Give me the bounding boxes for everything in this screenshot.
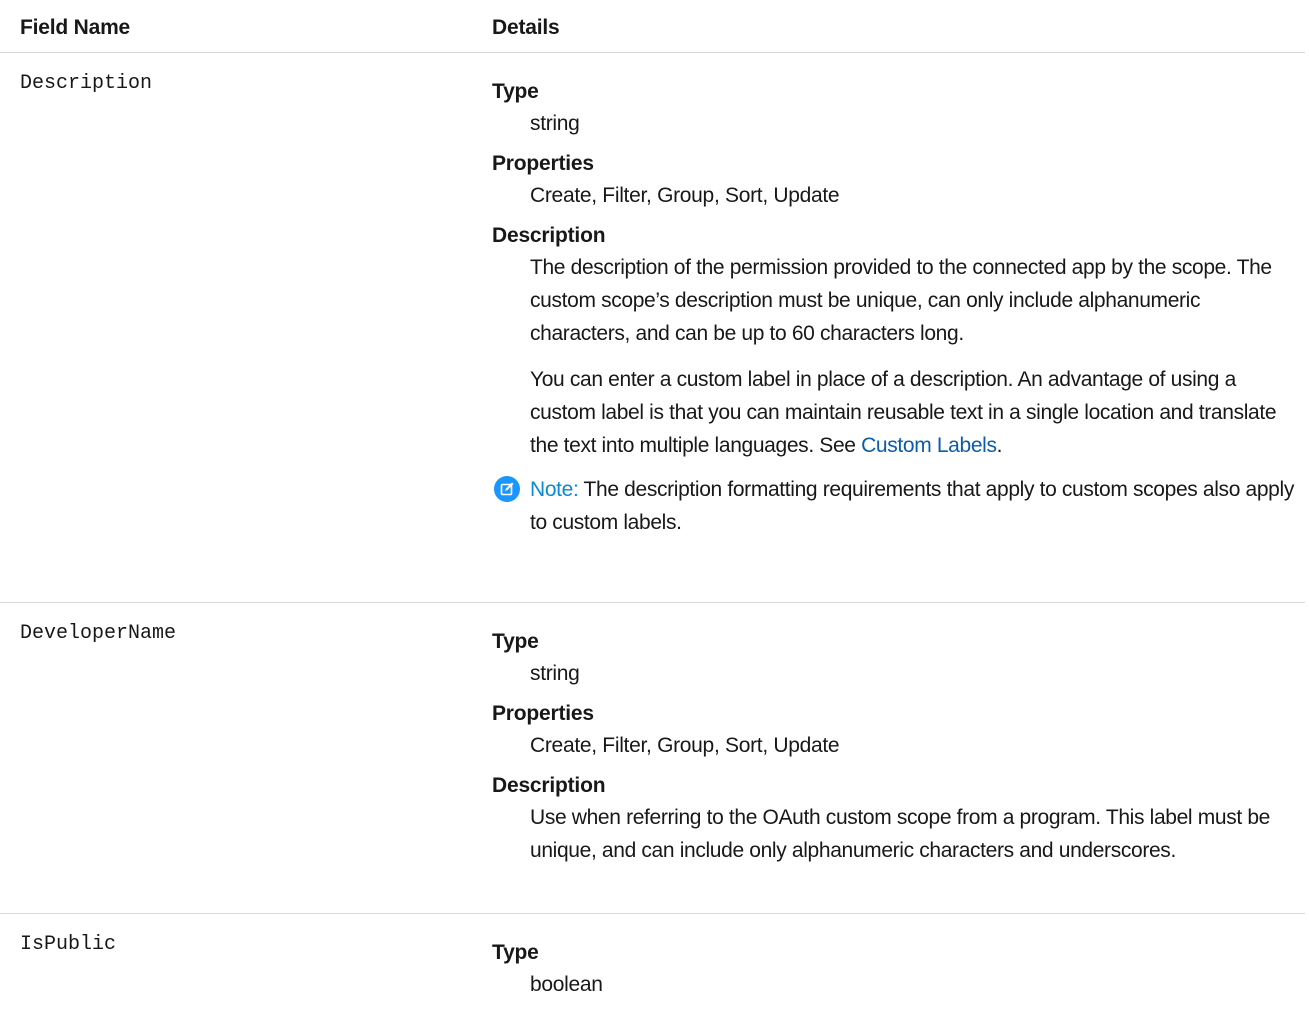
- field-name: DeveloperName: [20, 622, 177, 645]
- field-name: Description: [20, 72, 153, 95]
- type-value: string: [530, 662, 580, 685]
- note-label: Note:: [530, 478, 579, 501]
- table-row: DeveloperName Type string Properties Cre…: [0, 603, 1305, 914]
- table-header: Field Name Details: [0, 0, 1305, 53]
- properties-value: Create, Filter, Group, Sort, Update: [530, 184, 840, 207]
- column-header-field-name: Field Name: [20, 16, 131, 39]
- field-details: Type string Properties Create, Filter, G…: [492, 630, 1305, 867]
- type-value: string: [530, 112, 580, 135]
- description-label: Description: [492, 774, 606, 797]
- description-paragraph: Use when referring to the OAuth custom s…: [530, 806, 1270, 862]
- note-text: The description formatting requirements …: [530, 478, 1294, 534]
- type-label: Type: [492, 941, 539, 964]
- custom-labels-link[interactable]: Custom Labels: [861, 434, 997, 457]
- description-text-end: .: [996, 434, 1003, 457]
- type-value: boolean: [530, 973, 603, 996]
- note-callout: Note: The description formatting require…: [494, 473, 1305, 539]
- description-paragraph: The description of the permission provid…: [530, 256, 1272, 345]
- type-label: Type: [492, 630, 539, 653]
- properties-label: Properties: [492, 702, 594, 725]
- field-details: Type boolean: [492, 941, 1305, 1002]
- field-details: Type string Properties Create, Filter, G…: [492, 80, 1305, 539]
- properties-value: Create, Filter, Group, Sort, Update: [530, 734, 840, 757]
- description-paragraph: You can enter a custom label in place of…: [530, 363, 1305, 462]
- table-row: IsPublic Type boolean: [0, 914, 1305, 1034]
- type-label: Type: [492, 80, 539, 103]
- edit-note-icon: [494, 476, 520, 502]
- description-label: Description: [492, 224, 606, 247]
- field-name: IsPublic: [20, 933, 117, 956]
- properties-label: Properties: [492, 152, 594, 175]
- table-row: Description Type string Properties Creat…: [0, 53, 1305, 603]
- fields-table: Field Name Details Description Type stri…: [0, 0, 1305, 1034]
- column-header-details: Details: [492, 16, 560, 39]
